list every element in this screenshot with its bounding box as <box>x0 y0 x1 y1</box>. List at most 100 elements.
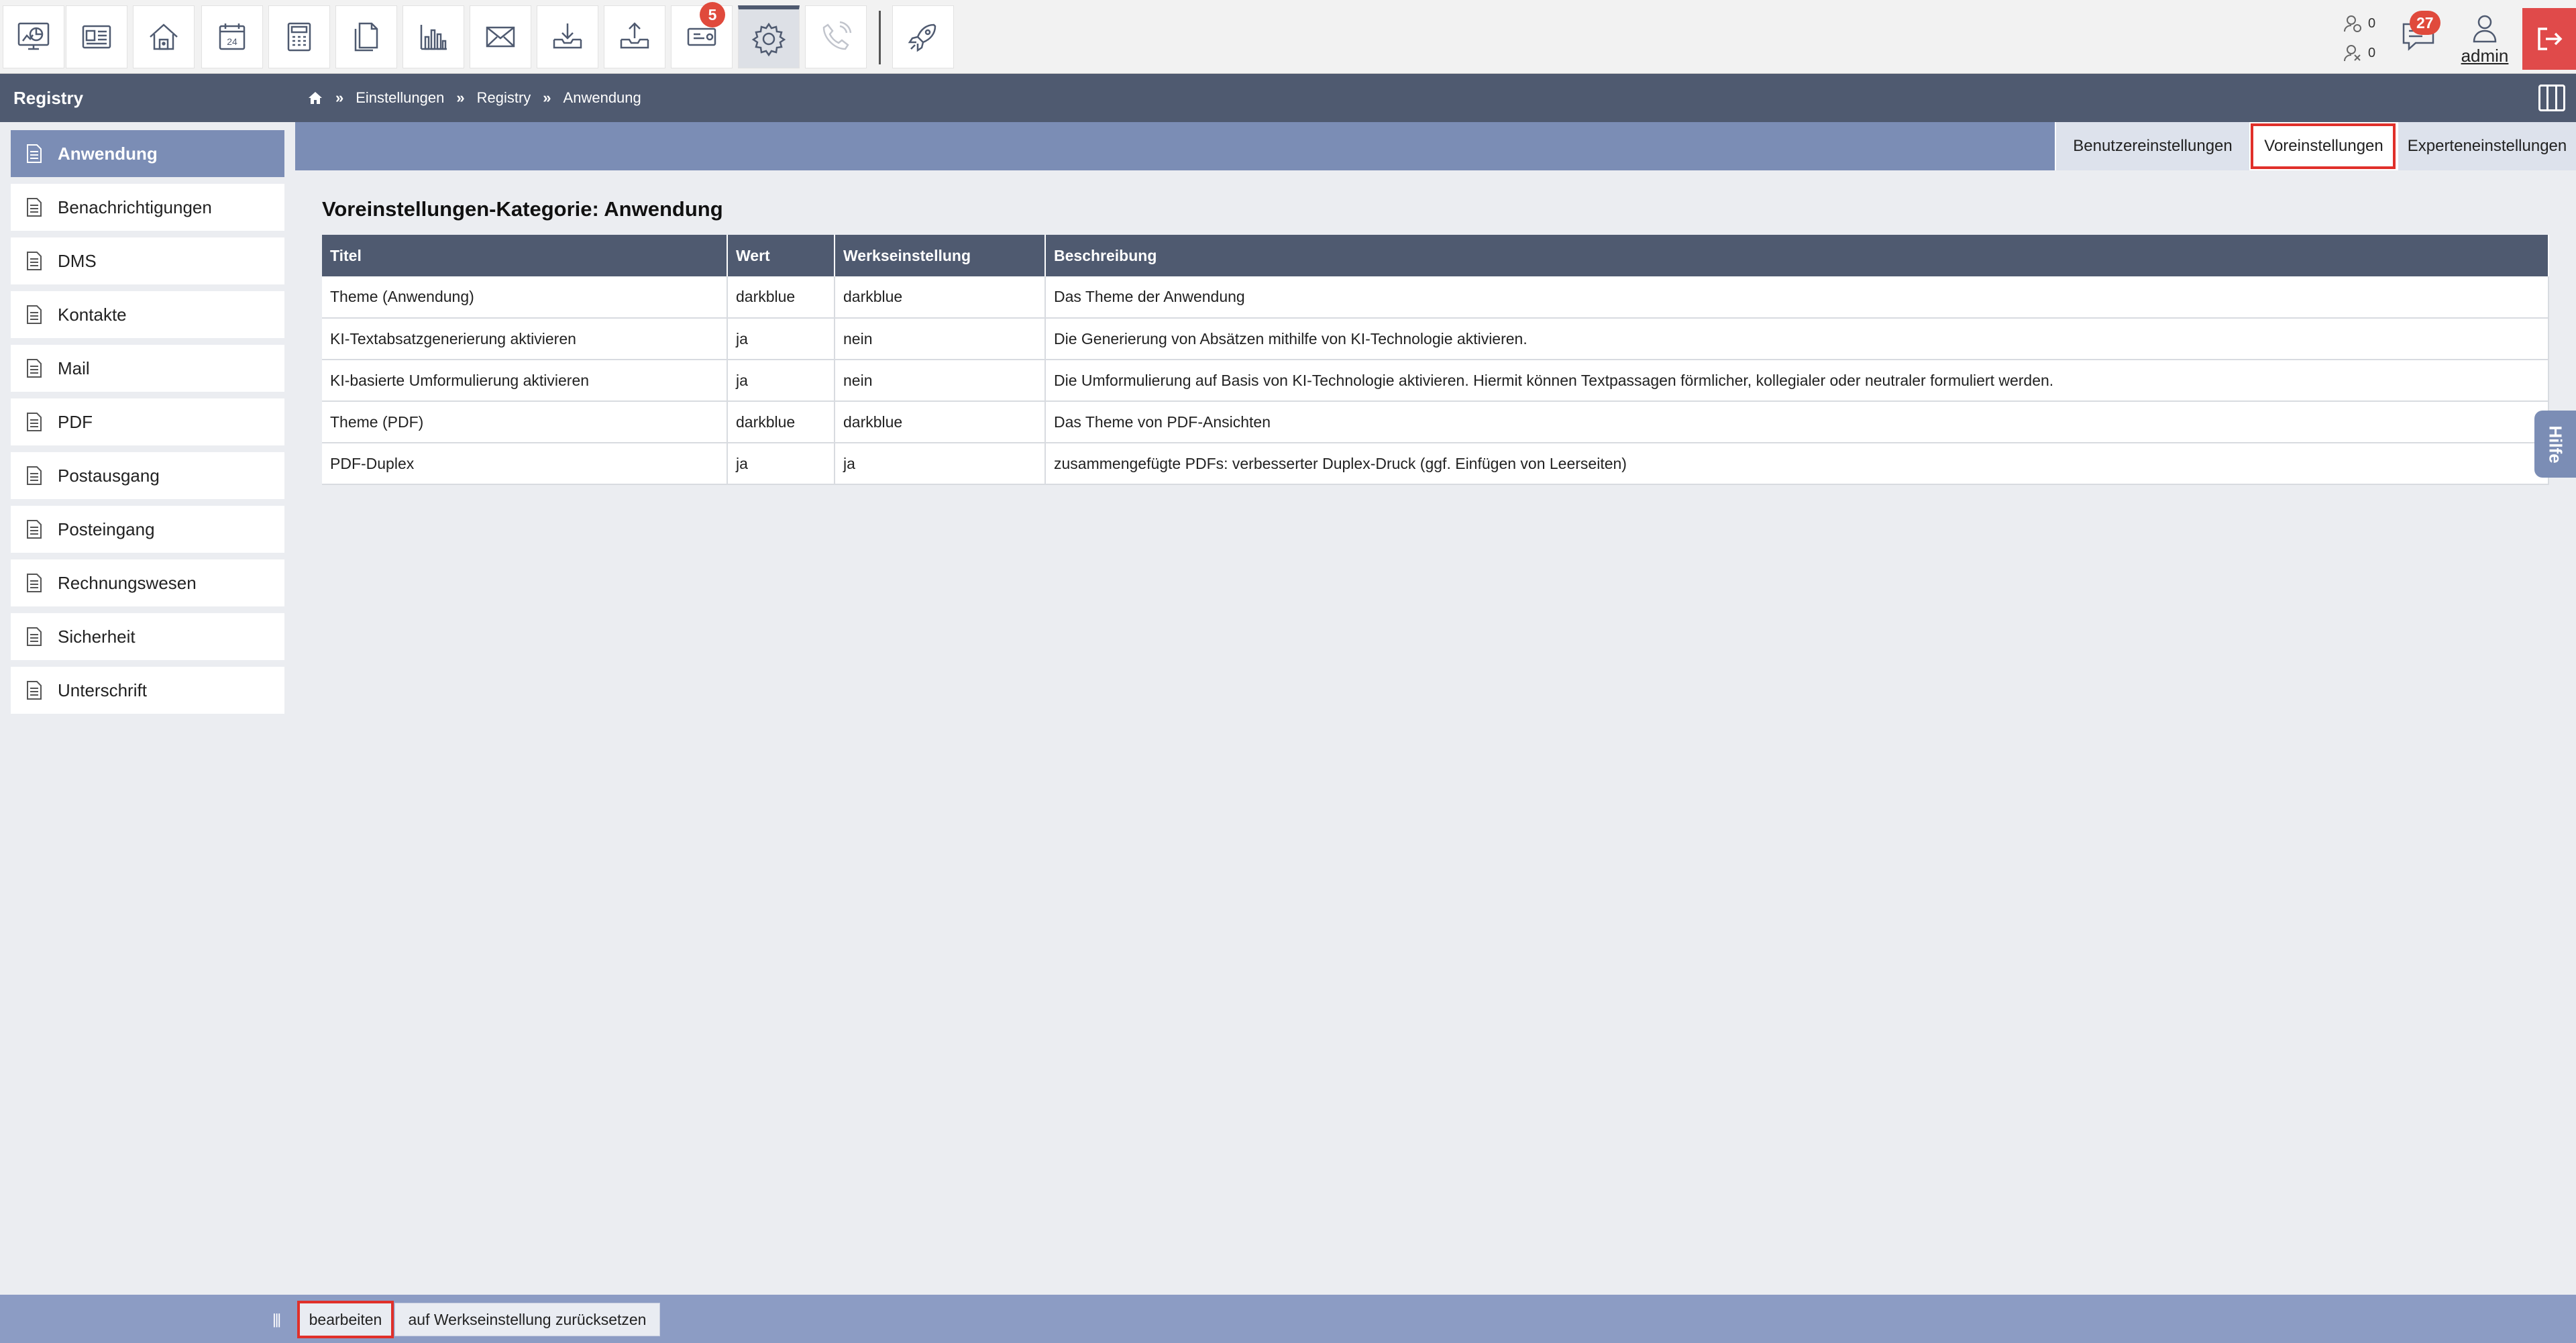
user-name: admin <box>2461 46 2509 66</box>
phone-icon <box>822 21 852 50</box>
document-icon <box>27 359 42 378</box>
cell-beschreibung: zusammengefügte PDFs: verbesserter Duple… <box>1045 443 2549 485</box>
breadcrumb-item-einstellungen[interactable]: Einstellungen <box>356 89 444 107</box>
breadcrumb-separator: » <box>456 89 465 106</box>
document-icon <box>27 144 42 163</box>
table-row[interactable]: PDF-Duplex ja ja zusammengefügte PDFs: v… <box>322 443 2549 485</box>
sidebar-item-dms[interactable]: DMS <box>11 237 284 284</box>
sidebar-item-label: DMS <box>58 250 97 271</box>
sidebar-item-sicherheit[interactable]: Sicherheit <box>11 613 284 660</box>
sidebar-item-label: Kontakte <box>58 304 127 325</box>
column-header-titel[interactable]: Titel <box>322 235 728 276</box>
statistics-button[interactable] <box>402 5 464 68</box>
main-content: Voreinstellungen-Kategorie: Anwendung Ti… <box>295 170 2576 1295</box>
logout-button[interactable] <box>2522 8 2576 70</box>
tab-voreinstellungen[interactable]: Voreinstellungen <box>2249 122 2397 170</box>
absent-users-stat[interactable]: 0 <box>2343 43 2375 63</box>
outbox-upload-icon <box>620 22 649 49</box>
layout-toggle-button[interactable] <box>2538 85 2565 111</box>
document-icon <box>27 574 42 592</box>
documents-icon <box>354 22 378 52</box>
top-toolbar: 24 5 0 0 27 admin <box>0 0 2576 74</box>
calendar-day: 24 <box>227 36 237 47</box>
document-icon <box>27 252 42 270</box>
cell-titel: Theme (Anwendung) <box>322 276 728 319</box>
sidebar-item-mail[interactable]: Mail <box>11 345 284 392</box>
sidebar-item-unterschrift[interactable]: Unterschrift <box>11 667 284 714</box>
logout-icon <box>2538 28 2563 50</box>
quickstart-button[interactable] <box>892 5 954 68</box>
document-icon <box>27 413 42 431</box>
cell-beschreibung: Das Theme von PDF-Ansichten <box>1045 401 2549 443</box>
sidebar-item-kontakte[interactable]: Kontakte <box>11 291 284 338</box>
home-button[interactable] <box>133 5 195 68</box>
table-row[interactable]: Theme (Anwendung) darkblue darkblue Das … <box>322 276 2549 319</box>
help-tab[interactable]: Hilfe <box>2534 411 2576 478</box>
sidebar-item-benachrichtigungen[interactable]: Benachrichtigungen <box>11 184 284 231</box>
user-absent-icon <box>2344 45 2361 62</box>
column-header-beschreibung[interactable]: Beschreibung <box>1045 235 2549 276</box>
calculator-button[interactable] <box>268 5 330 68</box>
calendar-icon: 24 <box>219 23 246 50</box>
absent-users-count: 0 <box>2368 45 2376 60</box>
home-icon <box>150 23 178 50</box>
sidebar: Registry Anwendung Benachrichtigungen DM… <box>0 74 295 1295</box>
document-icon <box>27 305 42 324</box>
phone-button[interactable] <box>805 5 867 68</box>
inbox-button[interactable] <box>537 5 598 68</box>
sidebar-item-label: Posteingang <box>58 519 155 539</box>
tab-experteneinstellungen[interactable]: Experteneinstellungen <box>2397 122 2576 170</box>
tab-benutzereinstellungen[interactable]: Benutzereinstellungen <box>2055 122 2249 170</box>
column-header-werkseinstellung[interactable]: Werkseinstellung <box>835 235 1046 276</box>
contacts-button[interactable] <box>66 5 127 68</box>
cell-wert: ja <box>727 443 835 485</box>
cell-titel: PDF-Duplex <box>322 443 728 485</box>
sidebar-item-rechnungswesen[interactable]: Rechnungswesen <box>11 559 284 606</box>
breadcrumb-separator: » <box>543 89 551 106</box>
table-row[interactable]: KI-Textabsatzgenerierung aktivieren ja n… <box>322 318 2549 360</box>
tickets-button[interactable]: 5 <box>671 2 733 68</box>
edit-button[interactable]: bearbeiten <box>297 1301 394 1338</box>
settings-button[interactable] <box>738 5 800 68</box>
columns-icon <box>2540 87 2549 109</box>
cell-titel: Theme (PDF) <box>322 401 728 443</box>
breadcrumb-item-registry[interactable]: Registry <box>477 89 531 107</box>
cell-werkseinstellung: darkblue <box>835 401 1046 443</box>
sidebar-item-label: Benachrichtigungen <box>58 197 212 217</box>
sidebar-item-anwendung[interactable]: Anwendung <box>11 130 284 177</box>
sidebar-item-label: Anwendung <box>58 143 158 164</box>
document-icon <box>27 198 42 217</box>
online-users-stat[interactable]: 0 <box>2343 13 2375 34</box>
page-title: Voreinstellungen-Kategorie: Anwendung <box>322 197 723 221</box>
sidebar-item-postausgang[interactable]: Postausgang <box>11 452 284 499</box>
settings-tabs: Benutzereinstellungen Voreinstellungen E… <box>295 122 2576 170</box>
sidebar-item-pdf[interactable]: PDF <box>11 398 284 445</box>
column-header-wert[interactable]: Wert <box>727 235 835 276</box>
help-tab-label: Hilfe <box>2545 425 2566 464</box>
rocket-icon <box>908 23 936 52</box>
cell-werkseinstellung: nein <box>835 360 1046 402</box>
user-menu[interactable]: admin <box>2454 12 2516 70</box>
calendar-button[interactable]: 24 <box>201 5 263 68</box>
sidebar-item-posteingang[interactable]: Posteingang <box>11 506 284 553</box>
home-icon[interactable] <box>307 90 323 106</box>
cell-wert: ja <box>727 360 835 402</box>
mail-button[interactable] <box>470 5 531 68</box>
breadcrumb-separator: » <box>335 89 344 106</box>
action-bar: ||| bearbeiten auf Werkseinstellung zurü… <box>0 1295 2576 1343</box>
mail-icon <box>486 26 515 48</box>
document-icon <box>27 466 42 485</box>
user-online-icon <box>2344 15 2361 32</box>
resize-handle[interactable]: ||| <box>272 1311 281 1328</box>
documents-button[interactable] <box>335 5 397 68</box>
cell-wert: darkblue <box>727 276 835 319</box>
document-icon <box>27 681 42 700</box>
sidebar-item-label: Mail <box>58 358 90 378</box>
document-icon <box>27 627 42 646</box>
reset-to-default-button[interactable]: auf Werkseinstellung zurücksetzen <box>394 1303 660 1336</box>
table-row[interactable]: Theme (PDF) darkblue darkblue Das Theme … <box>322 401 2549 443</box>
table-row[interactable]: KI-basierte Umformulierung aktivieren ja… <box>322 360 2549 402</box>
cell-titel: KI-basierte Umformulierung aktivieren <box>322 360 728 402</box>
outbox-button[interactable] <box>604 5 665 68</box>
dashboard-button[interactable] <box>3 5 64 68</box>
